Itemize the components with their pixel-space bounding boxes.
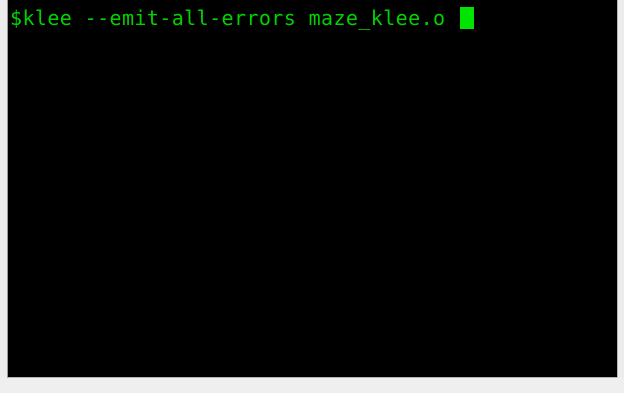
window-frame: $klee --emit-all-errors maze_klee.o bbox=[0, 0, 624, 393]
shell-prompt: $ bbox=[10, 6, 23, 30]
window-bottom-edge bbox=[0, 378, 624, 393]
command-text: klee --emit-all-errors maze_klee.o bbox=[22, 6, 458, 30]
terminal-pane[interactable]: $klee --emit-all-errors maze_klee.o bbox=[7, 0, 618, 378]
command-line: $klee --emit-all-errors maze_klee.o bbox=[10, 5, 474, 31]
text-cursor bbox=[459, 7, 474, 29]
